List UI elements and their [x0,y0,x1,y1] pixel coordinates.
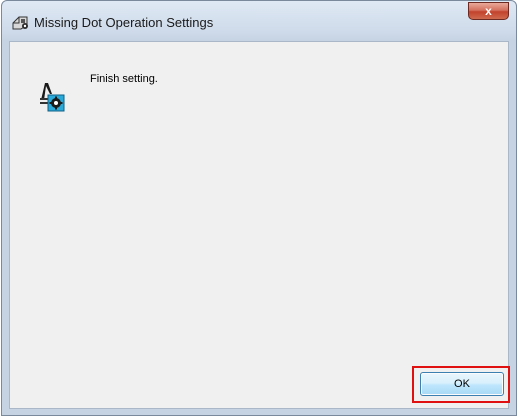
close-icon: x [485,4,492,18]
close-button[interactable]: x [468,2,509,20]
dialog-content: Finish setting. OK [9,41,510,409]
message-text: Finish setting. [90,73,158,85]
window-title: Missing Dot Operation Settings [34,15,214,30]
dialog-window: Missing Dot Operation Settings x Finish … [1,0,517,416]
printhead-gear-icon [40,83,65,112]
title-bar[interactable]: Missing Dot Operation Settings x [2,1,516,41]
ok-button[interactable]: OK [420,372,504,396]
printer-settings-icon [12,16,28,30]
